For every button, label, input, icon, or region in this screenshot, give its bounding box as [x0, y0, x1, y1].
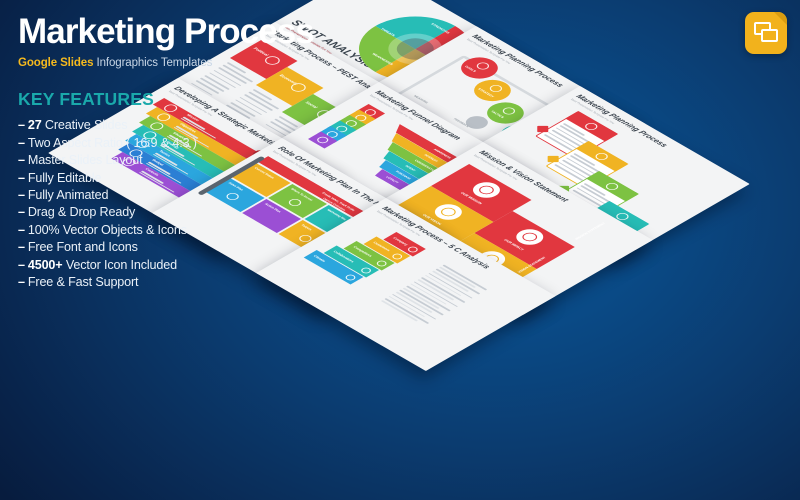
feature-item: – Free & Fast Support — [18, 274, 318, 291]
feature-dash: – — [18, 222, 25, 237]
feature-dash: – — [18, 188, 25, 203]
feature-label: Two Aspect Ratio ( 16:9 & 4:3 ) — [27, 135, 197, 150]
feature-dash: – — [18, 170, 25, 185]
feature-label: Vector Icon Included — [62, 257, 177, 272]
feature-dash: – — [18, 275, 25, 290]
feature-dash: – — [18, 257, 25, 272]
left-copy-panel: Marketing Process Google Slides Infograp… — [18, 12, 318, 291]
step-marker — [547, 155, 559, 163]
page-subtitle: Google Slides Infographics Templates — [18, 57, 318, 69]
feature-item: – Free Font and Icons — [18, 239, 318, 256]
brand-label: Google Slides — [18, 57, 94, 70]
key-features-heading: KEY FEATURES — [18, 89, 154, 110]
feature-dash: – — [18, 153, 25, 168]
feature-label: Fully Animated — [27, 188, 109, 203]
feature-label: Fully Editable — [27, 170, 102, 185]
feature-dash: – — [18, 240, 25, 255]
feature-item: – Drag & Drop Ready — [18, 204, 318, 221]
feature-label: 100% Vector Objects & Icons — [27, 222, 187, 237]
features-list: –27 Creative Slides – Two Aspect Ratio ( 1… — [18, 117, 318, 291]
google-slides-icon — [745, 12, 787, 54]
feature-dash: – — [18, 205, 25, 220]
subtitle-rest: Infographics Templates — [93, 57, 213, 70]
feature-item: – Two Aspect Ratio ( 16:9 & 4:3 ) — [18, 135, 318, 152]
feature-strong: 4500+ — [27, 257, 63, 272]
feature-label: Creative Slides — [41, 118, 128, 133]
feature-dash: – — [18, 135, 25, 150]
text-line — [380, 300, 418, 322]
promo-poster: SWOT ANALYSIS Best Presentation Template … — [0, 0, 800, 500]
side-label: MISSION STATEMENT — [573, 221, 607, 241]
feature-item: – Fully Animated — [18, 187, 318, 204]
feature-item: –100% Vector Objects & Icons — [18, 222, 318, 239]
feature-item: – Master Slides Layout — [18, 152, 318, 169]
feature-item: –4500+ Vector Icon Included — [18, 257, 318, 274]
feature-label: Drag & Drop Ready — [27, 205, 136, 220]
feature-item: – Fully Editable — [18, 170, 318, 187]
feature-label: Free Font and Icons — [27, 240, 138, 255]
step-marker — [537, 125, 549, 133]
feature-label: Master Slides Layout — [27, 153, 143, 168]
badge-screen-front — [761, 29, 778, 42]
feature-label: Free & Fast Support — [27, 275, 139, 290]
page-title: Marketing Process — [18, 12, 315, 51]
feature-strong: 27 — [27, 118, 42, 133]
feature-item: –27 Creative Slides — [18, 117, 318, 134]
feature-dash: – — [18, 118, 25, 133]
